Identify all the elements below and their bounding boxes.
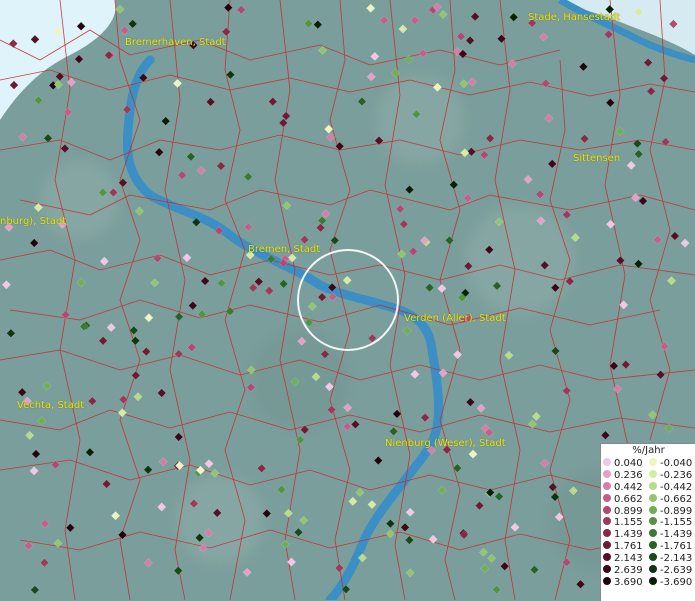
- legend-rows: 0.040 -0.040 0.236 -0.236 0.442 -0.442 0.662 -0…: [601, 458, 695, 589]
- legend-row: 0.899 -0.899: [601, 505, 695, 518]
- legend-entry-negative: -3.690: [649, 576, 693, 589]
- legend-entry-positive: 2.639: [603, 565, 643, 577]
- legend-entry-negative: -1.155: [649, 517, 692, 529]
- map-layers: [0, 0, 695, 600]
- legend-entry-negative: -0.236: [649, 469, 693, 482]
- legend-swatch: [603, 553, 611, 562]
- legend-label: 1.155: [614, 517, 643, 529]
- place-label-nienburg: Nienburg (Weser), Stadt: [385, 438, 506, 449]
- legend-label: 0.236: [614, 469, 643, 481]
- legend-swatch: [603, 576, 611, 585]
- legend-entry-positive: 0.899: [603, 505, 643, 518]
- legend-label: 0.442: [614, 481, 643, 493]
- legend-swatch: [649, 529, 657, 538]
- legend-label: 2.143: [614, 553, 643, 565]
- legend-entry-negative: -1.761: [649, 541, 692, 553]
- legend-swatch: [649, 469, 657, 478]
- place-label-stade: Stade, Hansestadt: [528, 12, 621, 23]
- legend-label: -0.662: [660, 493, 693, 505]
- legend-entry-positive: 0.040: [603, 458, 643, 470]
- place-label-verden: Verden (Aller), Stadt: [404, 313, 506, 324]
- legend-label: 1.761: [614, 541, 643, 553]
- legend-swatch: [603, 458, 611, 466]
- legend-row: 0.040 -0.040: [601, 458, 695, 470]
- legend-swatch: [649, 576, 657, 585]
- legend-row: 1.155 -1.155: [601, 517, 695, 529]
- legend-swatch: [603, 541, 611, 550]
- legend-title: %/Jahr: [632, 445, 665, 456]
- legend-entry-negative: -0.899: [649, 505, 693, 518]
- legend-label: -2.143: [660, 553, 693, 565]
- legend-entry-positive: 0.236: [603, 469, 643, 482]
- legend-entry-positive: 1.761: [603, 541, 643, 553]
- legend-swatch: [649, 493, 657, 502]
- legend-label: -3.690: [660, 576, 693, 588]
- place-label-bremerhaven: Bremerhaven, Stadt: [125, 37, 226, 48]
- legend-row: 0.442 -0.442: [601, 481, 695, 494]
- legend-swatch: [649, 517, 657, 526]
- legend-label: -1.439: [660, 529, 693, 541]
- legend-label: 0.040: [614, 458, 643, 469]
- legend-row: 0.662 -0.662: [601, 493, 695, 506]
- legend-label: -0.236: [660, 469, 693, 481]
- legend-swatch: [649, 505, 657, 514]
- legend-swatch: [649, 541, 657, 550]
- place-label-oldenburg: nburg), Stadt: [0, 216, 67, 227]
- legend-label: 2.639: [614, 565, 643, 577]
- legend-entry-positive: 0.442: [603, 481, 643, 494]
- legend-swatch: [649, 458, 657, 466]
- legend-swatch: [603, 505, 611, 514]
- legend-swatch: [649, 565, 657, 574]
- legend-entry-negative: -0.442: [649, 481, 693, 494]
- legend-entry-negative: -1.439: [649, 529, 692, 541]
- legend-row: 1.761 -1.761: [601, 541, 695, 553]
- legend-entry-positive: 1.155: [603, 517, 643, 529]
- legend-entry-negative: -0.040: [649, 458, 692, 470]
- legend-entry-positive: 0.662: [603, 493, 643, 506]
- legend-label: -1.761: [660, 541, 693, 553]
- legend-swatch: [603, 565, 611, 574]
- place-label-vechta: Vechta, Stadt: [17, 400, 85, 411]
- place-label-bremen: Bremen, Stadt: [248, 244, 321, 255]
- place-label-sittensen: Sittensen: [573, 153, 621, 164]
- legend-swatch: [603, 529, 611, 538]
- legend-row: 3.690 -3.690: [601, 576, 695, 589]
- legend-entry-positive: 2.143: [603, 553, 643, 565]
- legend-label: 0.899: [614, 505, 643, 517]
- legend-entry-negative: -2.143: [649, 553, 692, 565]
- legend-swatch: [603, 469, 611, 478]
- legend-label: -0.442: [660, 481, 693, 493]
- legend-swatch: [649, 553, 657, 562]
- legend-row: 0.236 -0.236: [601, 469, 695, 482]
- legend-entry-negative: -0.662: [649, 493, 693, 506]
- legend-row: 2.639 -2.639: [601, 565, 695, 577]
- legend-label: 1.439: [614, 529, 643, 541]
- legend-row: 2.143 -2.143: [601, 553, 695, 565]
- legend-swatch: [603, 493, 611, 502]
- legend-swatch: [603, 481, 611, 490]
- legend-label: -0.040: [660, 458, 693, 469]
- legend-label: 3.690: [614, 576, 643, 588]
- legend-swatch: [603, 517, 611, 526]
- legend: %/Jahr 0.040 -0.040 0.236 -0.236 0.442 -0.442…: [600, 443, 695, 601]
- legend-label: 0.662: [614, 493, 643, 505]
- legend-swatch: [649, 481, 657, 490]
- legend-label: -1.155: [660, 517, 693, 529]
- map-canvas[interactable]: Bremerhaven, Stadt Stade, Hansestadt Sit…: [0, 0, 695, 600]
- legend-label: -2.639: [660, 565, 693, 577]
- legend-entry-negative: -2.639: [649, 565, 692, 577]
- legend-row: 1.439 -1.439: [601, 529, 695, 541]
- legend-label: -0.899: [660, 505, 693, 517]
- legend-entry-positive: 1.439: [603, 529, 643, 541]
- legend-entry-positive: 3.690: [603, 576, 643, 589]
